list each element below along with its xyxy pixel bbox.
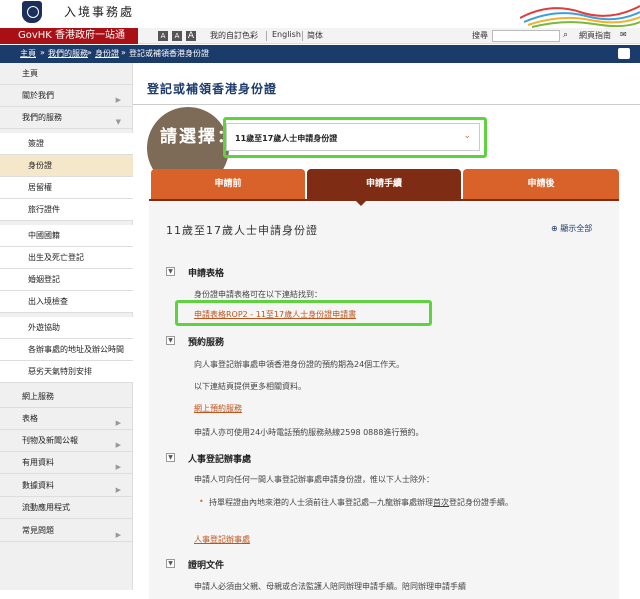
sidebar-item-forms[interactable]: 表格 ▶ [0, 408, 133, 430]
breadcrumb-services[interactable]: 我們的服務 [48, 48, 88, 59]
office-text-1: 申請人可向任何一間人事登記辦事處申請身份證，惟以下人士除外： [194, 475, 434, 484]
site-map-link[interactable]: 網頁指南 [579, 30, 611, 41]
appointment-text-1: 向人事登記辦事處申領香港身份證的預約期為24個工作天。 [194, 360, 405, 369]
breadcrumb: 主頁 » 我們的服務 » 身份證 » 登記或補領香港身份證 [0, 45, 640, 63]
expand-all-link[interactable]: ⊕ 顯示全部 [551, 223, 592, 234]
collapse-icon[interactable]: ▼ [166, 453, 175, 462]
breadcrumb-id-card[interactable]: 身份證 [95, 48, 119, 59]
colour-setting-link[interactable]: 我的自訂色彩 [210, 30, 258, 41]
documents-text: 申請人必須由父親、母親或合法監護人陪同辦理申請手續。陪同辦理申請手續 [194, 582, 466, 591]
department-name: 入境事務處 [64, 5, 135, 19]
divider [266, 31, 267, 41]
tab-after-application[interactable]: 申請後 [463, 169, 619, 199]
tab-before-application[interactable]: 申請前 [151, 169, 305, 199]
sidebar-item-travel-docs[interactable]: 旅行證件 [0, 199, 133, 221]
sidebar-item-faq[interactable]: 常見問題 ▶ [0, 520, 133, 542]
brand-swoosh-icon [520, 5, 640, 28]
highlight-frame [223, 117, 487, 158]
sidebar-item-visa[interactable]: 簽證 [0, 133, 133, 155]
sidebar-item-weather[interactable]: 惡劣天氣特別安排 [0, 361, 133, 383]
section-appointment-heading: 預約服務 [188, 338, 225, 348]
govhk-bar: GovHK 香港政府一站通 A A A 我的自訂色彩 English 简体 搜尋… [0, 28, 640, 44]
chevron-right-icon: ▶ [115, 531, 121, 539]
section-title: 11歲至17歲人士申請身份證 [166, 224, 318, 237]
govhk-link[interactable]: GovHK 香港政府一站通 [0, 28, 138, 44]
online-appointment-link[interactable]: 網上預約服務 [194, 403, 242, 414]
highlight-frame [175, 300, 432, 326]
divider [302, 31, 303, 41]
sidebar-item-id-card[interactable]: 身份證 [0, 155, 133, 177]
print-icon[interactable] [618, 48, 630, 59]
main-content: 登記或補領香港身份證 請選擇： 11歲至17歲人士申請身份證 ⌄ 申請前 申請手… [133, 63, 640, 599]
active-tab-pointer [354, 199, 368, 206]
sidebar-item-assistance[interactable]: 外遊協助 [0, 317, 133, 339]
sidebar-item-e-services[interactable]: 網上服務 [0, 386, 133, 408]
hk-emblem-icon [22, 1, 42, 23]
sidebar: 主頁 關於我們 ▶ 我們的服務 ▼ 簽證 身份證 居留權 旅行證件 中國國籍 出生及… [0, 63, 133, 590]
sidebar-item-marriage[interactable]: 婚姻登記 [0, 269, 133, 291]
collapse-icon[interactable]: ▼ [166, 267, 175, 276]
appointment-text-2: 以下連結頁提供更多相關資料。 [194, 382, 306, 391]
registration-office-link[interactable]: 人事登記辦事處 [194, 534, 250, 545]
font-medium-button[interactable]: A [172, 31, 182, 41]
sidebar-item-birth-death[interactable]: 出生及死亡登記 [0, 247, 133, 269]
mail-icon[interactable]: ✉ [620, 30, 627, 39]
section-office-heading: 人事登記辦事處 [188, 455, 252, 465]
top-header: 入境事務處 [0, 0, 640, 28]
sidebar-item-services[interactable]: 我們的服務 ▼ [0, 107, 133, 129]
breadcrumb-home[interactable]: 主頁 [20, 48, 36, 59]
search-icon[interactable]: ⌕ [563, 30, 568, 40]
sidebar-item-nationality[interactable]: 中國國籍 [0, 225, 133, 247]
breadcrumb-separator: » [121, 48, 126, 57]
sidebar-item-mobile-apps[interactable]: 流動應用程式 [0, 497, 133, 519]
forms-text: 身份證申請表格可在以下連結找到： [194, 290, 322, 299]
collapse-icon[interactable]: ▼ [166, 559, 175, 568]
sidebar-item-about[interactable]: 關於我們 ▶ [0, 85, 133, 107]
breadcrumb-separator: » [87, 48, 92, 57]
chevron-down-icon: ▼ [115, 118, 121, 126]
search-label: 搜尋 [472, 31, 488, 40]
bullet: • [199, 497, 204, 506]
sidebar-item-statistics[interactable]: 數據資料 ▶ [0, 475, 133, 497]
tab-application-procedure[interactable]: 申請手續 [307, 169, 461, 199]
sidebar-item-publications[interactable]: 刊物及新聞公報 ▶ [0, 430, 133, 452]
divider [133, 104, 640, 105]
sidebar-item-control-points[interactable]: 出入境檢查 [0, 291, 133, 313]
font-large-button[interactable]: A [186, 31, 196, 41]
english-link[interactable]: English [272, 30, 301, 39]
simplified-link[interactable]: 简体 [307, 30, 323, 41]
search-input[interactable] [492, 30, 560, 42]
section-forms-heading: 申請表格 [188, 269, 225, 279]
collapse-icon[interactable]: ▼ [166, 336, 175, 345]
breadcrumb-separator: » [40, 48, 45, 57]
sidebar-item-right-of-abode[interactable]: 居留權 [0, 177, 133, 199]
sidebar-item-home[interactable]: 主頁 [0, 63, 133, 85]
font-small-button[interactable]: A [158, 31, 168, 41]
page-title: 登記或補領香港身份證 [147, 82, 278, 96]
breadcrumb-current: 登記或補領香港身份證 [129, 49, 209, 58]
sidebar-item-useful-info[interactable]: 有用資料 ▶ [0, 452, 133, 474]
section-documents-heading: 證明文件 [188, 561, 225, 571]
appointment-text-3: 申請人亦可使用24小時電話預約服務熱線2598 0888進行預約。 [194, 428, 424, 437]
office-bullet-text: 持單程證由內地來港的人士須前往人事登記處—九龍辦事處辦理首次登記身份證手續。 [209, 498, 513, 507]
sidebar-item-offices[interactable]: 各辦事處的地址及辦公時間 [0, 339, 133, 361]
